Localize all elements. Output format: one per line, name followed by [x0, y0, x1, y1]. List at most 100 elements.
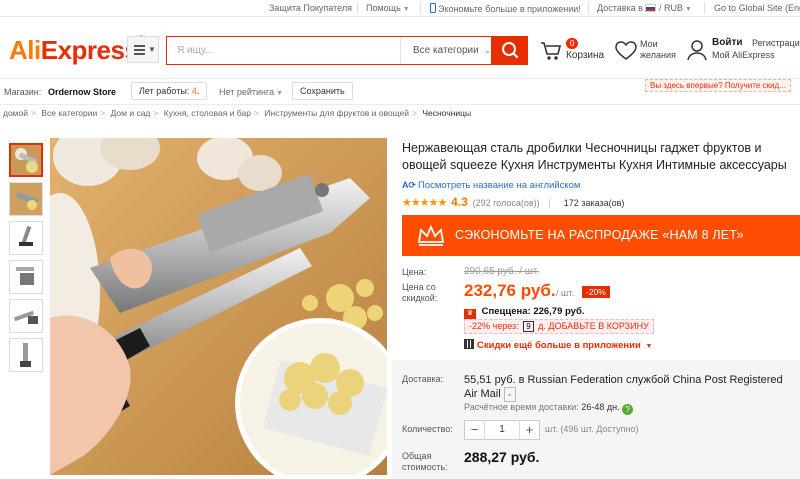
quantity-decrease-button[interactable]: − [465, 421, 485, 439]
ship-to-menu[interactable]: Доставка в / RUB ▼ [597, 3, 692, 13]
product-thumbnail[interactable] [9, 299, 43, 333]
sale-banner-text: СЭКОНОМЬТЕ НА РАСПРОДАЖЕ «НАМ 8 ЛЕТ» [455, 228, 744, 242]
store-rating-label: Нет рейтинга [219, 87, 275, 97]
divider [588, 2, 589, 14]
product-title: Нержавеющая сталь дробилки Чесночницы га… [402, 141, 787, 172]
sale-banner[interactable]: СЭКОНОМЬТЕ НА РАСПРОДАЖЕ «НАМ 8 ЛЕТ» [402, 215, 800, 256]
quantity-label: Количество: [402, 424, 453, 434]
delivery-eta: Расчётное время доставки: 26-48 дн. ? [464, 402, 634, 415]
login-link[interactable]: Войти [712, 37, 743, 48]
my-aliexpress-link[interactable]: Мой AliExpress [712, 50, 775, 60]
store-years-value: 4 [191, 86, 197, 96]
app-discount-link[interactable]: Скидки ещё больше в приложении ▼ [464, 339, 652, 351]
help-label: Помощь [366, 3, 401, 13]
user-icon[interactable] [687, 39, 707, 61]
save-store-button[interactable]: Сохранить [292, 82, 353, 100]
special-price-label: Спеццена: [481, 306, 531, 317]
breadcrumb-all-categories[interactable]: Все категории [41, 108, 97, 118]
breadcrumb-current: Чесночницы [422, 108, 472, 118]
rating-stars: ★★★★★ [402, 197, 447, 209]
special-price-value: 226,79 руб. [533, 306, 585, 317]
product-thumbnail[interactable] [9, 338, 43, 372]
aliexpress-logo[interactable]: AliExpress™ [9, 35, 145, 66]
breadcrumb-home-garden[interactable]: Дом и сад [111, 108, 151, 118]
header: AliExpress™ ▼ Я ищу... Все категории⌄ 0 … [0, 17, 800, 92]
search-category-label: Все категории [413, 45, 479, 56]
discount-badge: -20% [582, 286, 610, 298]
rating-value: 4.3 [451, 195, 468, 209]
chevron-down-icon: ▼ [645, 343, 653, 350]
rating-row: ★★★★★ 4.3 (292 голоса(ов)) | 172 заказа(… [402, 195, 624, 209]
heart-icon[interactable] [615, 41, 637, 61]
product-thumbnail[interactable] [9, 221, 43, 255]
search-icon [502, 42, 519, 59]
delivery-label: Доставка в [597, 3, 643, 13]
breadcrumb-tools[interactable]: Инструменты для фруктов и овощей [264, 108, 409, 118]
breadcrumb-separator: > [411, 108, 417, 118]
total-label: Общая стоимость: [402, 451, 448, 473]
coupon-countdown[interactable]: -22% через: 9 д. ДОБАВЬТЕ В КОРЗИНУ [464, 319, 654, 334]
coupon-via: через: [492, 321, 519, 331]
search-button[interactable] [492, 36, 528, 65]
store-name-link[interactable]: Ordernow Store [48, 87, 116, 97]
old-price: 290,65 руб. / шт. [464, 266, 540, 277]
search-category-select[interactable]: Все категории ⌄ [400, 37, 492, 64]
total-label-line1: Общая [402, 451, 432, 461]
search-bar: Я ищу... Все категории ⌄ [166, 36, 492, 65]
per-unit: / шт. [556, 288, 574, 298]
breadcrumb: домой > Все категории > Дом и сад > Кухня, … [3, 108, 471, 118]
thumbnail-list [9, 143, 45, 377]
translate-title-label: Посмотреть название на английском [418, 180, 581, 191]
product-main-image[interactable] [50, 138, 387, 475]
app-promo-link[interactable]: Экономьте больше в приложении! [430, 3, 581, 14]
breadcrumb-kitchen[interactable]: Кухня, столовая и бар [164, 108, 251, 118]
delivery-info[interactable]: 55,51 руб. в Russian Federation службой … [464, 374, 794, 402]
discount-price-label-line1: Цена со [402, 282, 436, 292]
help-icon[interactable]: ? [622, 404, 634, 415]
chevron-down-icon: ▼ [402, 6, 410, 13]
buyer-protection-link[interactable]: Защита Покупателя [269, 3, 352, 13]
cart-icon[interactable] [540, 40, 562, 62]
eta-value: 26-48 дн. [581, 402, 620, 412]
chevron-down-icon: ▼ [148, 45, 156, 54]
chevron-down-icon: ▼ [684, 6, 692, 13]
price-label: Цена: [402, 267, 427, 277]
global-site-link[interactable]: Go to Global Site (English) [714, 3, 800, 13]
special-price-icon: ♛ [464, 309, 476, 319]
crown-icon [417, 224, 445, 246]
wishlist-line2: желания [640, 50, 676, 60]
store-rating-menu[interactable]: Нет рейтинга ▼ [219, 87, 283, 97]
translate-title-link[interactable]: A⟳ Посмотреть название на английском [402, 180, 580, 191]
total-price: 288,27 руб. [464, 449, 540, 465]
cart-link[interactable]: Корзина [566, 50, 604, 61]
quantity-increase-button[interactable]: + [519, 421, 539, 439]
app-discount-label: Скидки ещё больше в приложении [477, 340, 641, 351]
breadcrumb-home[interactable]: домой [3, 108, 28, 118]
coupon-percent: -22% [469, 321, 491, 331]
categories-menu-button[interactable]: ▼ [127, 36, 159, 63]
search-input[interactable]: Я ищу... [177, 45, 213, 56]
help-menu[interactable]: Помощь ▼ [366, 3, 410, 13]
quantity-input[interactable]: 1 [485, 424, 519, 435]
product-thumbnail[interactable] [9, 143, 43, 177]
product-thumbnail[interactable] [9, 182, 43, 216]
breadcrumb-separator: > [153, 108, 159, 118]
divider [704, 2, 705, 14]
divider [420, 2, 421, 14]
register-link[interactable]: Регистрация [752, 38, 800, 48]
cart-count-badge: 0 [566, 38, 579, 49]
divider [357, 2, 358, 14]
divider: | [548, 198, 552, 209]
votes-count-link[interactable]: (292 голоса(ов)) [473, 198, 540, 208]
chevron-down-icon: ⌄ [484, 48, 491, 55]
delivery-label: Доставка: [402, 374, 444, 384]
discount-price-label-line2: скидкой: [402, 293, 438, 303]
store-years-badge: Лет работы: 4. [131, 82, 208, 100]
special-price-row: ♛ Спеццена: 226,79 руб. [464, 306, 584, 319]
total-label-line2: стоимость: [402, 462, 448, 472]
wishlist-link[interactable]: Мои желания [640, 39, 676, 61]
product-thumbnail[interactable] [9, 260, 43, 294]
current-price: 232,76 руб. [464, 281, 556, 300]
hamburger-icon [134, 45, 145, 57]
availability: шт. (496 шт. Доступно) [545, 424, 639, 434]
